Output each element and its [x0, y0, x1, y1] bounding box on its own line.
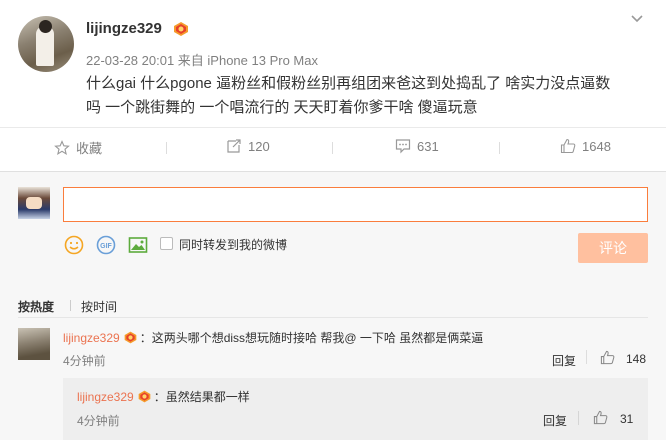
chevron-down-icon[interactable]: [630, 12, 644, 26]
comment-author-avatar[interactable]: [18, 328, 50, 360]
comment-author-name[interactable]: lijingze329: [63, 331, 120, 345]
comment-like-count: 148: [626, 352, 647, 366]
forward-count: 120: [248, 138, 270, 154]
action-separator: [586, 350, 587, 364]
reply-text: ：虽然结果都一样: [153, 390, 250, 404]
comment-button[interactable]: 631: [395, 138, 439, 154]
image-icon[interactable]: [128, 235, 148, 255]
vip-badge-icon[interactable]: [123, 330, 138, 345]
forward-checkbox[interactable]: [160, 237, 173, 250]
post-meta: 22-03-28 20:01 来自 iPhone 13 Pro Max: [86, 53, 318, 68]
comment-text: ：这两头哪个想diss想玩随时接哈 帮我@ 一下哈 虽然都是俩菜逼: [139, 331, 484, 345]
divider: [18, 317, 648, 318]
thumbs-up-icon[interactable]: [593, 410, 608, 425]
reply-button[interactable]: 回复: [543, 412, 567, 429]
svg-text:GIF: GIF: [100, 243, 112, 250]
avatar-head: [39, 20, 52, 33]
reply-button[interactable]: 回复: [552, 352, 576, 369]
forward-button[interactable]: 120: [226, 138, 270, 154]
comment-input[interactable]: [63, 187, 648, 222]
favorite-button[interactable]: 收藏: [54, 138, 102, 157]
post-text-line: 吗 一个跳街舞的 一个唱流行的 天天盯着你爹干啥 傻逼玩意: [86, 99, 478, 116]
comment-count: 631: [417, 138, 439, 154]
thumbs-up-icon[interactable]: [600, 350, 615, 365]
comment-time: 4分钟前: [63, 354, 106, 368]
post-author-name[interactable]: lijingze329: [86, 20, 162, 37]
comment-icon: [395, 139, 411, 154]
tab-separator: [70, 300, 71, 311]
reply-like-count: 31: [620, 412, 634, 426]
action-separator: [332, 142, 333, 154]
forward-icon: [227, 139, 241, 153]
post-body: 什么gai 什么pgone 逼粉丝和假粉丝别再组团来爸这到处捣乱了 啥实力没点逼…: [86, 72, 646, 120]
action-separator: [578, 411, 579, 425]
like-button[interactable]: 1648: [560, 138, 611, 154]
reply-author-name[interactable]: lijingze329: [77, 390, 134, 404]
favorite-label: 收藏: [76, 141, 103, 156]
avatar-face: [26, 197, 42, 209]
reply-time: 4分钟前: [77, 414, 120, 428]
thumbs-up-icon: [560, 138, 576, 154]
action-separator: [166, 142, 167, 154]
divider: [0, 171, 666, 172]
star-icon: [54, 139, 70, 155]
current-user-avatar: [18, 187, 50, 219]
tab-sort-hot[interactable]: 按热度: [18, 298, 54, 315]
like-count: 1648: [582, 138, 611, 154]
tab-sort-time[interactable]: 按时间: [81, 298, 117, 315]
vip-badge-icon[interactable]: [172, 20, 190, 38]
action-separator: [499, 142, 500, 154]
divider: [0, 127, 666, 128]
reply-body: lijingze329 ：虽然结果都一样: [77, 388, 250, 405]
vip-badge-icon[interactable]: [137, 389, 152, 404]
forward-checkbox-label: 同时转发到我的微博: [179, 238, 288, 252]
post-text-line: 什么gai 什么pgone 逼粉丝和假粉丝别再组团来爸这到处捣乱了 啥实力没点逼…: [86, 75, 611, 92]
submit-comment-button[interactable]: 评论: [578, 233, 648, 263]
post-author-avatar[interactable]: [18, 16, 74, 72]
gif-icon[interactable]: GIF: [96, 235, 116, 255]
emoji-icon[interactable]: [64, 235, 84, 255]
comment-body: lijingze329 ：这两头哪个想diss想玩随时接哈 帮我@ 一下哈 虽然…: [63, 329, 483, 346]
